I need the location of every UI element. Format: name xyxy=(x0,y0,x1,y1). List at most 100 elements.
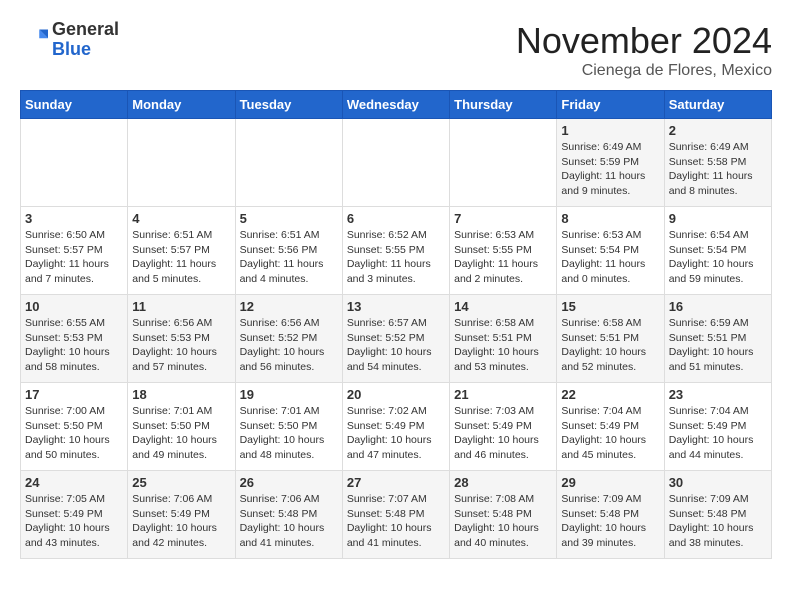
calendar-cell xyxy=(128,119,235,207)
day-number: 21 xyxy=(454,387,552,402)
calendar-cell: 21 Sunrise: 7:03 AM Sunset: 5:49 PM Dayli… xyxy=(450,383,557,471)
calendar-cell: 9 Sunrise: 6:54 AM Sunset: 5:54 PM Daylig… xyxy=(664,207,771,295)
day-number: 6 xyxy=(347,211,445,226)
day-info: Sunrise: 7:01 AM Sunset: 5:50 PM Dayligh… xyxy=(132,404,230,463)
day-number: 29 xyxy=(561,475,659,490)
day-number: 9 xyxy=(669,211,767,226)
calendar-cell: 23Sunrise: 7:04 AM Sunset: 5:49 PM Dayli… xyxy=(664,383,771,471)
calendar-cell: 4 Sunrise: 6:51 AM Sunset: 5:57 PM Daylig… xyxy=(128,207,235,295)
day-info: Sunrise: 7:02 AM Sunset: 5:49 PM Dayligh… xyxy=(347,404,445,463)
day-info: Sunrise: 7:09 AM Sunset: 5:48 PM Dayligh… xyxy=(669,492,767,551)
day-info: Sunrise: 6:58 AM Sunset: 5:51 PM Dayligh… xyxy=(454,316,552,375)
day-info: Sunrise: 6:59 AM Sunset: 5:51 PM Dayligh… xyxy=(669,316,767,375)
calendar-cell: 3 Sunrise: 6:50 AM Sunset: 5:57 PM Daylig… xyxy=(21,207,128,295)
calendar-cell: 26Sunrise: 7:06 AM Sunset: 5:48 PM Dayli… xyxy=(235,471,342,559)
calendar-cell: 16 Sunrise: 6:59 AM Sunset: 5:51 PM Dayli… xyxy=(664,295,771,383)
calendar-cell: 27 Sunrise: 7:07 AM Sunset: 5:48 PM Dayli… xyxy=(342,471,449,559)
calendar-cell: 6 Sunrise: 6:52 AM Sunset: 5:55 PM Daylig… xyxy=(342,207,449,295)
day-number: 10 xyxy=(25,299,123,314)
general-blue-icon xyxy=(20,26,48,54)
day-number: 17 xyxy=(25,387,123,402)
day-info: Sunrise: 7:01 AM Sunset: 5:50 PM Dayligh… xyxy=(240,404,338,463)
calendar-cell: 17 Sunrise: 7:00 AM Sunset: 5:50 PM Dayli… xyxy=(21,383,128,471)
day-info: Sunrise: 7:09 AM Sunset: 5:48 PM Dayligh… xyxy=(561,492,659,551)
day-info: Sunrise: 7:05 AM Sunset: 5:49 PM Dayligh… xyxy=(25,492,123,551)
calendar-table: SundayMondayTuesdayWednesdayThursdayFrid… xyxy=(20,90,772,559)
day-number: 25 xyxy=(132,475,230,490)
calendar-cell: 7 Sunrise: 6:53 AM Sunset: 5:55 PM Daylig… xyxy=(450,207,557,295)
day-info: Sunrise: 6:56 AM Sunset: 5:53 PM Dayligh… xyxy=(132,316,230,375)
day-number: 8 xyxy=(561,211,659,226)
day-info: Sunrise: 6:51 AM Sunset: 5:56 PM Dayligh… xyxy=(240,228,338,287)
day-info: Sunrise: 6:52 AM Sunset: 5:55 PM Dayligh… xyxy=(347,228,445,287)
day-info: Sunrise: 7:08 AM Sunset: 5:48 PM Dayligh… xyxy=(454,492,552,551)
calendar-cell: 5 Sunrise: 6:51 AM Sunset: 5:56 PM Daylig… xyxy=(235,207,342,295)
calendar-cell: 1Sunrise: 6:49 AM Sunset: 5:59 PM Daylig… xyxy=(557,119,664,207)
calendar-cell: 30Sunrise: 7:09 AM Sunset: 5:48 PM Dayli… xyxy=(664,471,771,559)
calendar-week-row: 10Sunrise: 6:55 AM Sunset: 5:53 PM Dayli… xyxy=(21,295,772,383)
day-info: Sunrise: 6:57 AM Sunset: 5:52 PM Dayligh… xyxy=(347,316,445,375)
calendar-cell: 15 Sunrise: 6:58 AM Sunset: 5:51 PM Dayli… xyxy=(557,295,664,383)
day-number: 12 xyxy=(240,299,338,314)
day-info: Sunrise: 7:04 AM Sunset: 5:49 PM Dayligh… xyxy=(669,404,767,463)
weekday-header-thursday: Thursday xyxy=(450,91,557,119)
weekday-header-monday: Monday xyxy=(128,91,235,119)
logo-blue-text: Blue xyxy=(52,39,91,59)
day-number: 16 xyxy=(669,299,767,314)
calendar-cell xyxy=(21,119,128,207)
calendar-cell: 8 Sunrise: 6:53 AM Sunset: 5:54 PM Daylig… xyxy=(557,207,664,295)
day-info: Sunrise: 6:51 AM Sunset: 5:57 PM Dayligh… xyxy=(132,228,230,287)
calendar-cell: 22Sunrise: 7:04 AM Sunset: 5:49 PM Dayli… xyxy=(557,383,664,471)
day-info: Sunrise: 6:53 AM Sunset: 5:55 PM Dayligh… xyxy=(454,228,552,287)
calendar-cell: 20 Sunrise: 7:02 AM Sunset: 5:49 PM Dayli… xyxy=(342,383,449,471)
logo: General Blue xyxy=(20,20,119,60)
day-info: Sunrise: 7:07 AM Sunset: 5:48 PM Dayligh… xyxy=(347,492,445,551)
day-number: 7 xyxy=(454,211,552,226)
day-number: 5 xyxy=(240,211,338,226)
calendar-week-row: 1Sunrise: 6:49 AM Sunset: 5:59 PM Daylig… xyxy=(21,119,772,207)
day-number: 15 xyxy=(561,299,659,314)
day-number: 3 xyxy=(25,211,123,226)
weekday-header-saturday: Saturday xyxy=(664,91,771,119)
day-info: Sunrise: 6:54 AM Sunset: 5:54 PM Dayligh… xyxy=(669,228,767,287)
calendar-cell xyxy=(235,119,342,207)
day-number: 24 xyxy=(25,475,123,490)
day-info: Sunrise: 6:56 AM Sunset: 5:52 PM Dayligh… xyxy=(240,316,338,375)
day-number: 4 xyxy=(132,211,230,226)
calendar-week-row: 24 Sunrise: 7:05 AM Sunset: 5:49 PM Dayli… xyxy=(21,471,772,559)
day-number: 27 xyxy=(347,475,445,490)
calendar-cell: 2Sunrise: 6:49 AM Sunset: 5:58 PM Daylig… xyxy=(664,119,771,207)
day-number: 18 xyxy=(132,387,230,402)
day-info: Sunrise: 6:53 AM Sunset: 5:54 PM Dayligh… xyxy=(561,228,659,287)
month-title: November 2024 xyxy=(516,20,772,62)
day-info: Sunrise: 7:06 AM Sunset: 5:48 PM Dayligh… xyxy=(240,492,338,551)
day-info: Sunrise: 7:03 AM Sunset: 5:49 PM Dayligh… xyxy=(454,404,552,463)
calendar-cell: 13 Sunrise: 6:57 AM Sunset: 5:52 PM Dayli… xyxy=(342,295,449,383)
day-info: Sunrise: 6:49 AM Sunset: 5:58 PM Dayligh… xyxy=(669,140,767,199)
calendar-cell: 18 Sunrise: 7:01 AM Sunset: 5:50 PM Dayli… xyxy=(128,383,235,471)
day-info: Sunrise: 7:00 AM Sunset: 5:50 PM Dayligh… xyxy=(25,404,123,463)
calendar-cell xyxy=(342,119,449,207)
day-info: Sunrise: 6:49 AM Sunset: 5:59 PM Dayligh… xyxy=(561,140,659,199)
calendar-cell: 14 Sunrise: 6:58 AM Sunset: 5:51 PM Dayli… xyxy=(450,295,557,383)
day-number: 20 xyxy=(347,387,445,402)
title-block: November 2024 Cienega de Flores, Mexico xyxy=(516,20,772,80)
page-header: General Blue November 2024 Cienega de Fl… xyxy=(20,20,772,80)
weekday-header-tuesday: Tuesday xyxy=(235,91,342,119)
day-number: 11 xyxy=(132,299,230,314)
calendar-cell: 19Sunrise: 7:01 AM Sunset: 5:50 PM Dayli… xyxy=(235,383,342,471)
logo-general-text: General xyxy=(52,19,119,39)
day-info: Sunrise: 6:50 AM Sunset: 5:57 PM Dayligh… xyxy=(25,228,123,287)
calendar-cell xyxy=(450,119,557,207)
calendar-week-row: 17 Sunrise: 7:00 AM Sunset: 5:50 PM Dayli… xyxy=(21,383,772,471)
calendar-cell: 28Sunrise: 7:08 AM Sunset: 5:48 PM Dayli… xyxy=(450,471,557,559)
calendar-week-row: 3 Sunrise: 6:50 AM Sunset: 5:57 PM Daylig… xyxy=(21,207,772,295)
day-number: 13 xyxy=(347,299,445,314)
day-number: 14 xyxy=(454,299,552,314)
calendar-cell: 11 Sunrise: 6:56 AM Sunset: 5:53 PM Dayli… xyxy=(128,295,235,383)
weekday-header-friday: Friday xyxy=(557,91,664,119)
calendar-cell: 29 Sunrise: 7:09 AM Sunset: 5:48 PM Dayli… xyxy=(557,471,664,559)
day-info: Sunrise: 6:58 AM Sunset: 5:51 PM Dayligh… xyxy=(561,316,659,375)
day-info: Sunrise: 7:06 AM Sunset: 5:49 PM Dayligh… xyxy=(132,492,230,551)
calendar-cell: 10Sunrise: 6:55 AM Sunset: 5:53 PM Dayli… xyxy=(21,295,128,383)
